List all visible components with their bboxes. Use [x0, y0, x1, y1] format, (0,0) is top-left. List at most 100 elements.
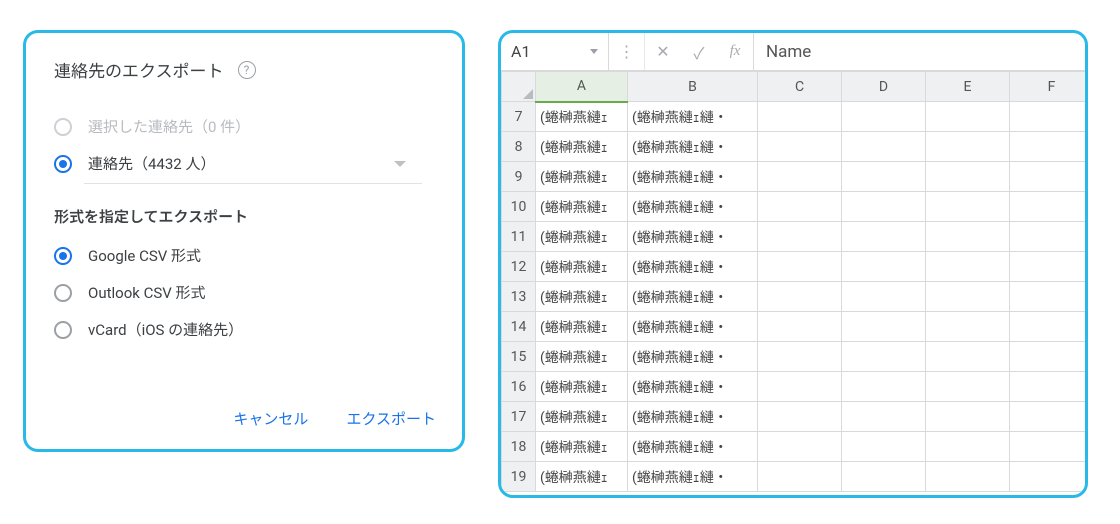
cell[interactable] — [1010, 282, 1089, 312]
cell[interactable] — [1010, 462, 1089, 492]
row-header[interactable]: 10 — [502, 192, 536, 222]
name-box[interactable]: A1 — [501, 33, 609, 70]
formula-input[interactable]: Name — [753, 33, 1085, 70]
cell[interactable] — [758, 372, 842, 402]
cell[interactable] — [758, 252, 842, 282]
cell[interactable] — [842, 462, 926, 492]
cell[interactable]: (蜷榊燕縺ｪ — [536, 462, 628, 492]
cell[interactable] — [1010, 342, 1089, 372]
cell[interactable] — [842, 192, 926, 222]
cell[interactable] — [758, 402, 842, 432]
row-header[interactable]: 18 — [502, 432, 536, 462]
cell[interactable] — [926, 162, 1010, 192]
radio-icon[interactable] — [54, 247, 72, 265]
cell[interactable] — [842, 102, 926, 132]
table-row[interactable]: 12(蜷榊燕縺ｪ(蜷榊燕縺ｪ縺・ — [502, 252, 1089, 282]
cell[interactable] — [926, 462, 1010, 492]
cell[interactable]: (蜷榊燕縺ｪ — [536, 222, 628, 252]
cell[interactable]: (蜷榊燕縺ｪ — [536, 312, 628, 342]
cell[interactable]: (蜷榊燕縺ｪ縺・ — [628, 432, 758, 462]
table-row[interactable]: 13(蜷榊燕縺ｪ(蜷榊燕縺ｪ縺・ — [502, 282, 1089, 312]
cell[interactable] — [758, 312, 842, 342]
cell[interactable] — [926, 432, 1010, 462]
cell[interactable] — [1010, 432, 1089, 462]
cell[interactable] — [926, 372, 1010, 402]
cell[interactable] — [758, 132, 842, 162]
spreadsheet-grid[interactable]: A B C D E F 7(蜷榊燕縺ｪ(蜷榊燕縺ｪ縺・8(蜷榊燕縺ｪ(蜷榊燕縺ｪ… — [501, 71, 1088, 492]
cell[interactable]: (蜷榊燕縺ｪ縺・ — [628, 102, 758, 132]
column-header-f[interactable]: F — [1010, 72, 1089, 102]
cell[interactable] — [1010, 162, 1089, 192]
cell[interactable]: (蜷榊燕縺ｪ縺・ — [628, 192, 758, 222]
row-header[interactable]: 13 — [502, 282, 536, 312]
table-row[interactable]: 10(蜷榊燕縺ｪ(蜷榊燕縺ｪ縺・ — [502, 192, 1089, 222]
cell[interactable]: (蜷榊燕縺ｪ — [536, 402, 628, 432]
format-option-outlook-csv[interactable]: Outlook CSV 形式 — [48, 274, 440, 311]
cell[interactable]: (蜷榊燕縺ｪ — [536, 282, 628, 312]
source-option-all-contacts[interactable]: 連絡先（4432 人） — [48, 145, 440, 182]
cell[interactable]: (蜷榊燕縺ｪ縺・ — [628, 252, 758, 282]
cell[interactable]: (蜷榊燕縺ｪ縺・ — [628, 312, 758, 342]
cell[interactable] — [926, 402, 1010, 432]
row-header[interactable]: 17 — [502, 402, 536, 432]
cell[interactable] — [926, 312, 1010, 342]
cell[interactable]: (蜷榊燕縺ｪ — [536, 102, 628, 132]
cell[interactable] — [926, 342, 1010, 372]
cell[interactable] — [1010, 252, 1089, 282]
cell[interactable]: (蜷榊燕縺ｪ縺・ — [628, 222, 758, 252]
fx-icon[interactable]: fx — [717, 33, 753, 70]
row-header[interactable]: 9 — [502, 162, 536, 192]
row-header[interactable]: 14 — [502, 312, 536, 342]
help-icon[interactable]: ? — [238, 61, 256, 79]
column-header-e[interactable]: E — [926, 72, 1010, 102]
column-header-c[interactable]: C — [758, 72, 842, 102]
cell[interactable] — [926, 222, 1010, 252]
cell[interactable] — [1010, 192, 1089, 222]
format-option-google-csv[interactable]: Google CSV 形式 — [48, 237, 440, 274]
cell[interactable] — [758, 162, 842, 192]
row-header[interactable]: 15 — [502, 342, 536, 372]
row-header[interactable]: 19 — [502, 462, 536, 492]
cell[interactable] — [842, 372, 926, 402]
table-row[interactable]: 14(蜷榊燕縺ｪ(蜷榊燕縺ｪ縺・ — [502, 312, 1089, 342]
more-icon[interactable]: ⋮ — [609, 33, 645, 70]
row-header[interactable]: 8 — [502, 132, 536, 162]
table-row[interactable]: 9(蜷榊燕縺ｪ(蜷榊燕縺ｪ縺・ — [502, 162, 1089, 192]
cell[interactable] — [842, 222, 926, 252]
table-row[interactable]: 15(蜷榊燕縺ｪ(蜷榊燕縺ｪ縺・ — [502, 342, 1089, 372]
cell[interactable] — [758, 342, 842, 372]
chevron-down-icon[interactable] — [590, 49, 598, 54]
row-header[interactable]: 12 — [502, 252, 536, 282]
cell[interactable]: (蜷榊燕縺ｪ縺・ — [628, 372, 758, 402]
row-header[interactable]: 11 — [502, 222, 536, 252]
cell[interactable]: (蜷榊燕縺ｪ縺・ — [628, 132, 758, 162]
table-row[interactable]: 8(蜷榊燕縺ｪ(蜷榊燕縺ｪ縺・ — [502, 132, 1089, 162]
table-row[interactable]: 7(蜷榊燕縺ｪ(蜷榊燕縺ｪ縺・ — [502, 102, 1089, 132]
cell[interactable] — [758, 222, 842, 252]
cell[interactable]: (蜷榊燕縺ｪ縺・ — [628, 162, 758, 192]
cell[interactable] — [758, 282, 842, 312]
column-header-a[interactable]: A — [536, 72, 628, 102]
cell[interactable]: (蜷榊燕縺ｪ縺・ — [628, 282, 758, 312]
accept-edit-icon[interactable]: ✓ — [681, 33, 717, 70]
cell[interactable] — [1010, 132, 1089, 162]
table-row[interactable]: 19(蜷榊燕縺ｪ(蜷榊燕縺ｪ縺・ — [502, 462, 1089, 492]
format-option-vcard[interactable]: vCard（iOS の連絡先） — [48, 311, 440, 348]
cell[interactable] — [842, 252, 926, 282]
cell[interactable]: (蜷榊燕縺ｪ縺・ — [628, 402, 758, 432]
cell[interactable]: (蜷榊燕縺ｪ縺・ — [628, 462, 758, 492]
cell[interactable] — [926, 132, 1010, 162]
cell[interactable] — [1010, 372, 1089, 402]
table-row[interactable]: 11(蜷榊燕縺ｪ(蜷榊燕縺ｪ縺・ — [502, 222, 1089, 252]
radio-icon[interactable] — [54, 155, 72, 173]
radio-icon[interactable] — [54, 321, 72, 339]
column-header-d[interactable]: D — [842, 72, 926, 102]
cell[interactable] — [758, 432, 842, 462]
cell[interactable] — [842, 312, 926, 342]
cell[interactable] — [842, 432, 926, 462]
cell[interactable] — [758, 102, 842, 132]
cancel-edit-icon[interactable]: ✕ — [645, 33, 681, 70]
cell[interactable] — [842, 132, 926, 162]
select-all-corner[interactable] — [502, 72, 536, 102]
cell[interactable] — [1010, 102, 1089, 132]
